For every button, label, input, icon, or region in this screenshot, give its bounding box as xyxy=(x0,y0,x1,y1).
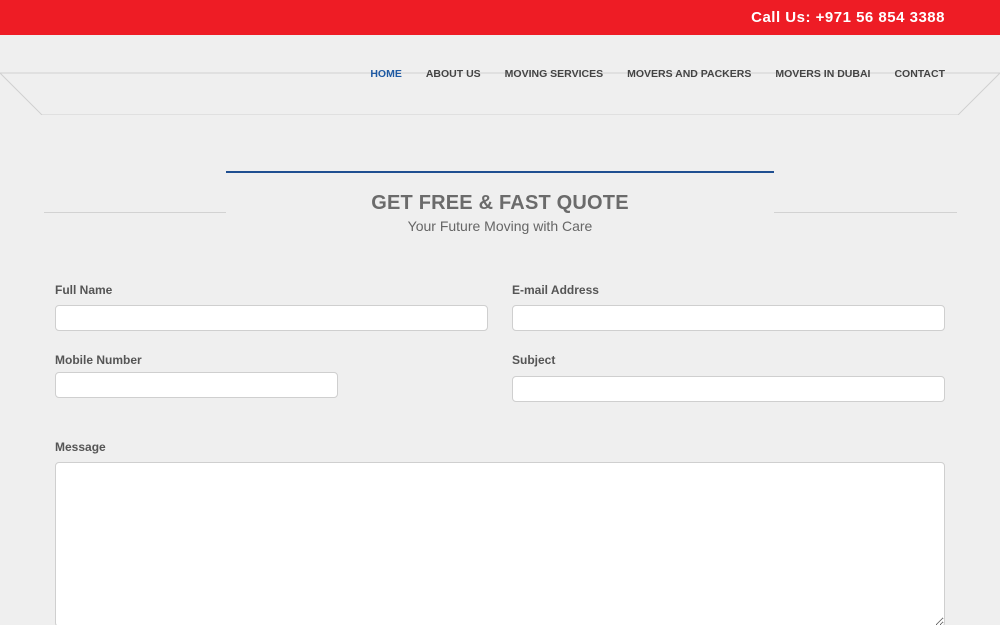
header-navigation: HOME ABOUT US MOVING SERVICES MOVERS AND… xyxy=(0,35,1000,115)
main-nav: HOME ABOUT US MOVING SERVICES MOVERS AND… xyxy=(346,68,945,80)
nav-about-us[interactable]: ABOUT US xyxy=(426,68,481,80)
subject-label: Subject xyxy=(512,353,556,367)
nav-movers-and-packers[interactable]: MOVERS AND PACKERS xyxy=(627,68,751,80)
quote-heading: GET FREE & FAST QUOTE Your Future Moving… xyxy=(0,160,1000,250)
section-title: GET FREE & FAST QUOTE xyxy=(371,192,629,214)
call-us-text[interactable]: Call Us: +971 56 854 3388 xyxy=(751,9,945,26)
nav-moving-services[interactable]: MOVING SERVICES xyxy=(505,68,603,80)
mobile-field[interactable] xyxy=(55,372,338,398)
top-contact-bar: Call Us: +971 56 854 3388 xyxy=(0,0,1000,35)
subject-field[interactable] xyxy=(512,376,945,402)
full-name-field[interactable] xyxy=(55,305,488,331)
nav-movers-in-dubai[interactable]: MOVERS IN DUBAI xyxy=(775,68,870,80)
nav-contact[interactable]: CONTACT xyxy=(894,68,945,80)
email-label: E-mail Address xyxy=(512,283,599,297)
email-field[interactable] xyxy=(512,305,945,331)
heading-accent-line xyxy=(226,171,774,173)
section-subtitle: Your Future Moving with Care xyxy=(407,218,593,234)
message-field[interactable] xyxy=(55,462,945,625)
nav-home[interactable]: HOME xyxy=(370,68,402,80)
message-label: Message xyxy=(55,440,106,454)
full-name-label: Full Name xyxy=(55,283,113,297)
mobile-label: Mobile Number xyxy=(55,353,142,367)
